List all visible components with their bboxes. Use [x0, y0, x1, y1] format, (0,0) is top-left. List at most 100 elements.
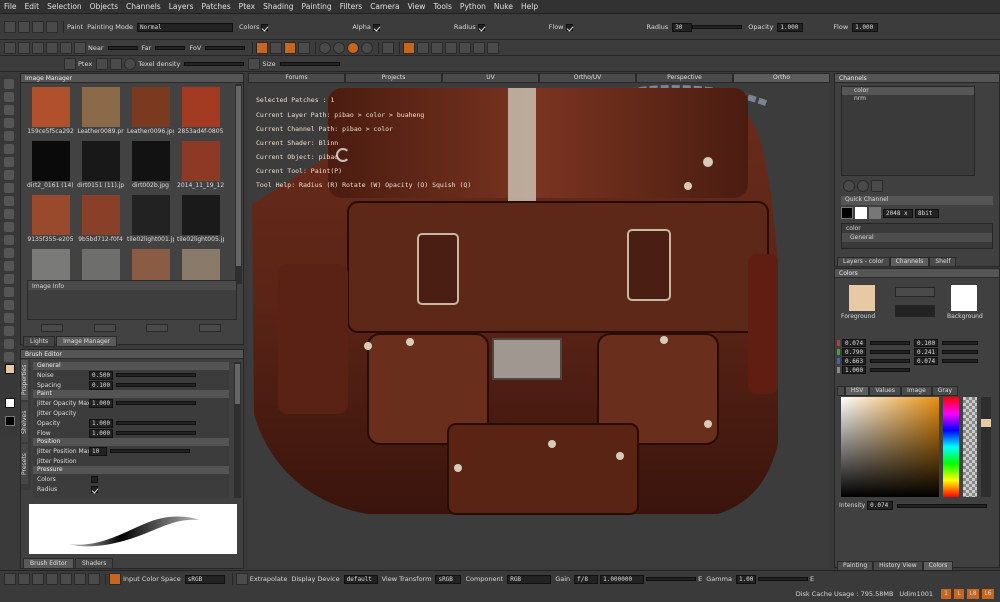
jitter-opacity-max-field[interactable]: 1.000 — [89, 398, 113, 408]
menu-painting[interactable]: Painting — [298, 2, 336, 11]
flow-field[interactable]: 1.000 — [852, 22, 879, 32]
frame-icon[interactable] — [32, 41, 44, 54]
sharpen-tool-icon[interactable] — [4, 222, 14, 232]
wireframe-icon[interactable] — [298, 41, 311, 54]
brush-opacity-slider[interactable] — [116, 421, 196, 425]
image-thumbnail[interactable]: 2014_11_19_12 — [177, 141, 224, 193]
image-thumbnail[interactable]: dirt2_0161 (14).j — [27, 141, 74, 193]
color-value-field-right[interactable]: 0.074 — [914, 357, 938, 365]
ruler-tool-icon[interactable] — [4, 326, 14, 336]
background-color-swatch[interactable] — [951, 285, 977, 311]
jitter-position-max-field[interactable]: 10 — [89, 446, 107, 456]
fit-icon[interactable] — [74, 573, 86, 585]
brush-flow-field[interactable]: 1.000 — [89, 428, 113, 438]
tab-layers-color[interactable]: Layers - color — [837, 257, 890, 267]
fov-slider[interactable] — [205, 45, 246, 50]
jitter-opacity-max-slider[interactable] — [116, 401, 196, 405]
flow-checkbox[interactable] — [565, 23, 573, 31]
status-tag-l8[interactable]: L8 — [967, 589, 979, 599]
image-thumbnail[interactable]: dirt002b.jpg — [127, 141, 174, 193]
channel-item-color[interactable]: color — [842, 87, 974, 95]
spacing-slider[interactable] — [116, 383, 196, 387]
color-value-field-right[interactable]: 0.241 — [914, 348, 938, 356]
radius-checkbox[interactable] — [477, 23, 485, 31]
burn-tool-icon[interactable] — [4, 248, 14, 258]
paint-tool-icon[interactable] — [4, 144, 14, 154]
menu-selection[interactable]: Selection — [43, 2, 86, 11]
paint-through-tool-icon[interactable] — [4, 261, 14, 271]
color-value-slider-right[interactable] — [942, 350, 978, 354]
pressure-colors-checkbox[interactable] — [91, 475, 98, 483]
size-slider[interactable] — [279, 61, 340, 66]
saturation-value-picker[interactable] — [841, 397, 939, 497]
image-thumbnail[interactable]: dirt0151 (11).jpg — [77, 141, 124, 193]
sphere-flat-icon[interactable] — [319, 41, 332, 54]
tab-hsv-toggle[interactable] — [837, 386, 845, 396]
patch-select-icon[interactable] — [403, 41, 416, 54]
opacity-field[interactable]: 1.000 — [777, 22, 804, 32]
radius-field[interactable]: 30 — [672, 22, 693, 32]
gain-stop-field[interactable]: f/8 — [574, 574, 599, 584]
color-management-icon[interactable] — [109, 573, 121, 585]
menu-view[interactable]: View — [404, 2, 430, 11]
jitter-position-max-slider[interactable] — [110, 449, 190, 453]
bucket-icon[interactable] — [4, 21, 16, 33]
color-value-slider[interactable] — [870, 341, 910, 345]
extrapolate-icon[interactable] — [235, 573, 248, 585]
lighting-icon[interactable] — [74, 41, 86, 54]
tab-image-manager[interactable]: Image Manager — [56, 336, 118, 347]
viewport-tab-projects[interactable]: Projects — [345, 73, 442, 83]
gradient-tool-icon[interactable] — [4, 300, 14, 310]
eraser-tool-icon[interactable] — [4, 157, 14, 167]
alpha-slider[interactable] — [963, 397, 977, 497]
eye-icon[interactable] — [270, 41, 283, 54]
viewport-tab-ortho-uv[interactable]: Ortho/UV — [539, 73, 636, 83]
menu-edit[interactable]: Edit — [21, 2, 44, 11]
colors-checkbox[interactable] — [261, 23, 269, 31]
section-pressure[interactable]: Pressure — [33, 466, 229, 474]
select-add-icon[interactable] — [417, 41, 430, 54]
swap-colors-icon[interactable] — [5, 416, 15, 426]
intensity-field[interactable]: 0.074 — [867, 501, 894, 510]
color-value-field[interactable]: 0.663 — [842, 357, 866, 365]
size-icon[interactable] — [248, 57, 261, 70]
channel-item-nrm[interactable]: nrm — [842, 95, 974, 103]
sponge-tool-icon[interactable] — [4, 352, 14, 362]
pan-icon[interactable] — [60, 573, 72, 585]
grid-icon[interactable] — [4, 41, 16, 54]
section-position[interactable]: Position — [33, 438, 229, 446]
image-thumbnail[interactable]: Leather0096.jpg — [127, 87, 174, 139]
tab-values[interactable]: Values — [869, 386, 901, 396]
channel-settings-icon[interactable] — [871, 180, 883, 192]
alpha-checkbox[interactable] — [372, 23, 380, 31]
menu-shading[interactable]: Shading — [259, 2, 297, 11]
tab-lights[interactable]: Lights — [23, 336, 56, 347]
section-general[interactable]: General — [33, 362, 229, 370]
transform-tool-icon[interactable] — [4, 131, 14, 141]
spacing-field[interactable]: 0.100 — [89, 380, 113, 390]
menu-ptex[interactable]: Ptex — [235, 2, 259, 11]
gain-slider[interactable] — [646, 577, 697, 581]
reset-colors-button[interactable] — [895, 305, 935, 317]
menu-objects[interactable]: Objects — [86, 2, 122, 11]
viewport-tab-forums[interactable]: Forums — [248, 73, 345, 83]
view-image-icon[interactable] — [146, 324, 169, 332]
image-thumbnail[interactable]: 9135f355-e205 — [27, 195, 74, 247]
status-tag-l[interactable]: L — [954, 589, 964, 599]
background-swatch[interactable] — [5, 398, 15, 408]
brush-editor-scrollbar[interactable] — [234, 362, 241, 498]
quick-gray-swatch[interactable] — [869, 207, 881, 219]
paint-mode-icon[interactable] — [256, 41, 269, 54]
tab-shelves[interactable]: Shelves — [21, 402, 28, 442]
select-remove-icon[interactable] — [431, 41, 444, 54]
quick-item-general[interactable]: General — [842, 233, 992, 242]
marquee-icon[interactable] — [32, 21, 44, 33]
component-select[interactable]: RGB — [507, 574, 552, 584]
import-image-icon[interactable] — [41, 324, 64, 332]
viewport-tab-perspective[interactable]: Perspective — [636, 73, 733, 83]
far-slider[interactable] — [155, 45, 186, 50]
color-value-field[interactable]: 0.074 — [842, 339, 866, 347]
clone-tool-icon[interactable] — [4, 287, 14, 297]
ptex-res-icon[interactable] — [110, 57, 123, 70]
fill-tool-icon[interactable] — [4, 170, 14, 180]
